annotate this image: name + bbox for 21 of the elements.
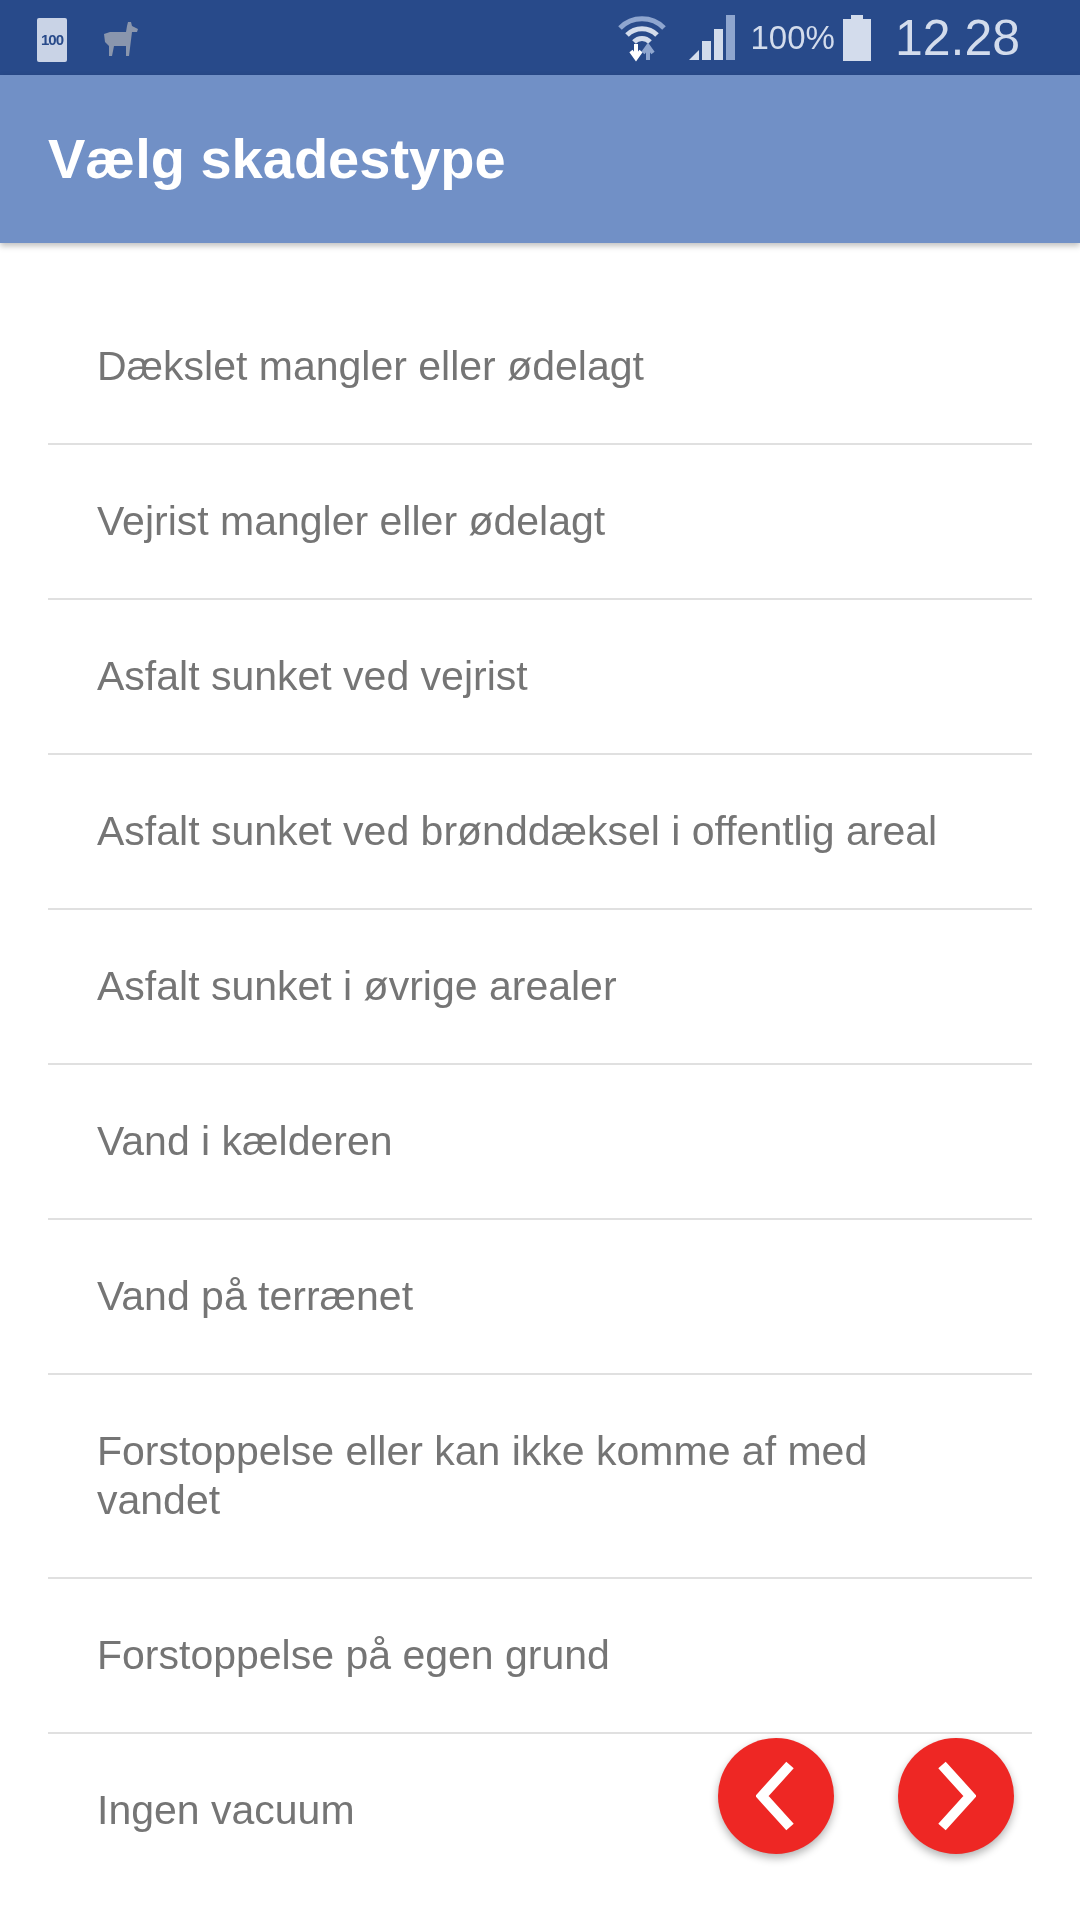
battery-percent: 100%	[750, 18, 835, 57]
damage-type-item[interactable]: Asfalt sunket ved brønddæksel i offentlig areal	[48, 755, 1032, 910]
clock-time: 12.28	[894, 8, 1020, 67]
damage-type-item[interactable]: Vejrist mangler eller ødelagt	[48, 445, 1032, 600]
damage-type-item[interactable]: Forstoppelse eller kan ikke komme af med vandet	[48, 1375, 1032, 1579]
wifi-icon	[617, 13, 668, 62]
previous-button[interactable]	[718, 1738, 834, 1854]
damage-type-item[interactable]: Dækslet mangler eller ødelagt	[48, 290, 1032, 445]
damage-type-item[interactable]: Forstoppelse på egen grund	[48, 1579, 1032, 1734]
screen-title: Vælg skadestype	[48, 126, 506, 193]
chevron-left-icon	[756, 1761, 796, 1831]
damage-type-item[interactable]: Asfalt sunket ved vejrist	[48, 600, 1032, 755]
damage-type-item[interactable]: Vand i kælderen	[48, 1065, 1032, 1220]
signal-icon	[689, 15, 737, 60]
damage-type-item[interactable]: Asfalt sunket i øvrige arealer	[48, 910, 1032, 1065]
battery-icon	[842, 14, 871, 61]
next-button[interactable]	[898, 1738, 1014, 1854]
damage-type-item[interactable]: Ingen vacuum	[48, 1734, 1032, 1887]
battery-notification-badge: 100	[37, 17, 67, 62]
damage-type-item[interactable]: Vand på terrænet	[48, 1220, 1032, 1375]
chevron-right-icon	[936, 1761, 976, 1831]
